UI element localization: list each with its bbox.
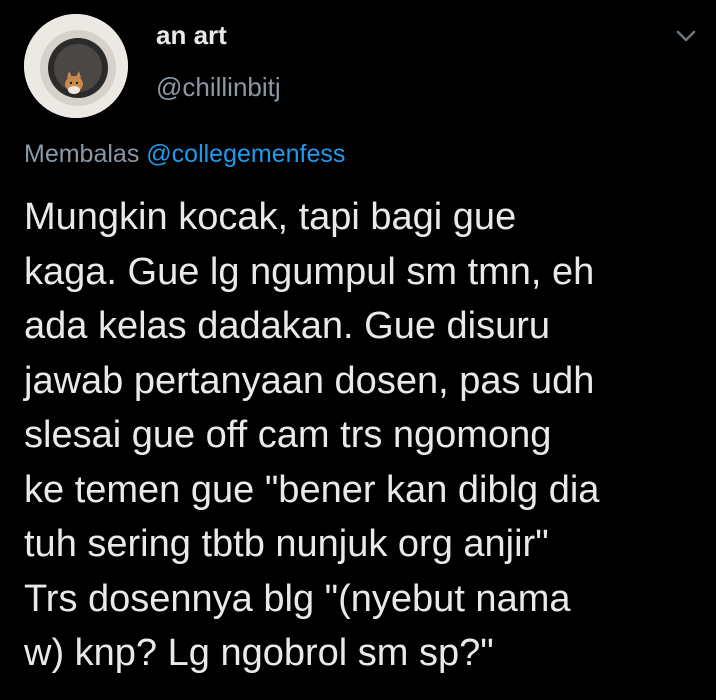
- avatar[interactable]: [24, 14, 128, 118]
- tweet-text-line: Mungkin kocak, tapi bagi gue: [24, 196, 517, 238]
- tweet-text-line: ada kelas dadakan. Gue disuru: [24, 305, 551, 347]
- tweet-text-line: slesai gue off cam trs ngomong: [24, 414, 552, 456]
- author-handle[interactable]: @chillinbitj: [156, 72, 281, 103]
- author-display-name[interactable]: an art: [156, 20, 227, 51]
- tweet-text: Mungkin kocak, tapi bagi gue kaga. Gue l…: [24, 190, 704, 681]
- chevron-down-icon[interactable]: [672, 22, 700, 50]
- tweet: an art @chillinbitj Membalas @collegemen…: [0, 0, 716, 700]
- avatar-image: [24, 14, 128, 118]
- tweet-text-line: w) knp? Lg ngobrol sm sp?": [24, 632, 494, 674]
- tweet-text-line: tuh sering tbtb nunjuk org anjir": [24, 523, 549, 565]
- reply-mention-link[interactable]: @collegemenfess: [146, 140, 345, 168]
- tweet-text-line: jawab pertanyaan dosen, pas udh: [24, 359, 595, 402]
- tweet-text-line: kaga. Gue lg ngumpul sm tmn, eh: [24, 250, 595, 293]
- tweet-text-line: Trs dosennya blg "(nyebut nama: [24, 577, 571, 620]
- reply-prefix: Membalas: [24, 140, 140, 168]
- reply-context: Membalas @collegemenfess: [24, 140, 345, 169]
- tweet-text-line: ke temen gue "bener kan diblg dia: [24, 468, 600, 511]
